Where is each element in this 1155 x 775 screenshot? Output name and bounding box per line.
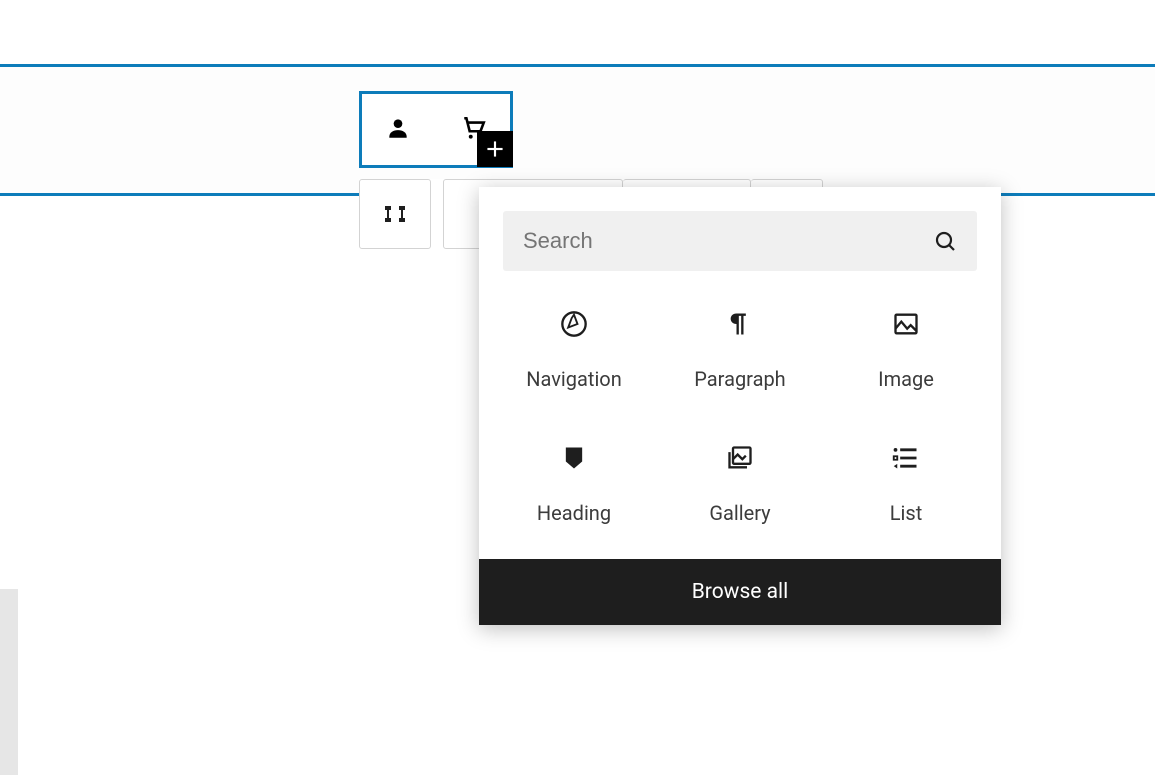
- block-item-navigation[interactable]: Navigation: [491, 309, 657, 391]
- toolbar-block-type-button[interactable]: [359, 179, 431, 249]
- block-item-gallery[interactable]: Gallery: [657, 443, 823, 525]
- block-item-heading[interactable]: Heading: [491, 443, 657, 525]
- navigation-icon: [559, 309, 589, 339]
- block-item-label: Paragraph: [694, 367, 785, 391]
- block-item-label: List: [890, 501, 923, 525]
- image-icon: [891, 309, 921, 339]
- side-panel-edge: [0, 589, 18, 775]
- search-input[interactable]: [523, 228, 933, 254]
- user-icon[interactable]: [385, 115, 411, 145]
- block-item-label: Heading: [537, 501, 611, 525]
- block-item-paragraph[interactable]: Paragraph: [657, 309, 823, 391]
- header-band: [0, 64, 1155, 196]
- search-box: [503, 211, 977, 271]
- add-block-button[interactable]: [477, 131, 513, 167]
- block-item-image[interactable]: Image: [823, 309, 989, 391]
- search-icon[interactable]: [933, 229, 957, 253]
- block-item-label: Gallery: [709, 501, 770, 525]
- block-inserter-popover: Navigation Paragraph Image Heading Galle: [479, 187, 1001, 625]
- gallery-icon: [725, 443, 755, 473]
- block-grid: Navigation Paragraph Image Heading Galle: [479, 281, 1001, 559]
- paragraph-icon: [725, 309, 755, 339]
- browse-all-button[interactable]: Browse all: [479, 559, 1001, 625]
- block-item-label: Image: [878, 367, 934, 391]
- list-icon: [891, 443, 921, 473]
- heading-icon: [559, 443, 589, 473]
- block-item-label: Navigation: [526, 367, 622, 391]
- block-item-list[interactable]: List: [823, 443, 989, 525]
